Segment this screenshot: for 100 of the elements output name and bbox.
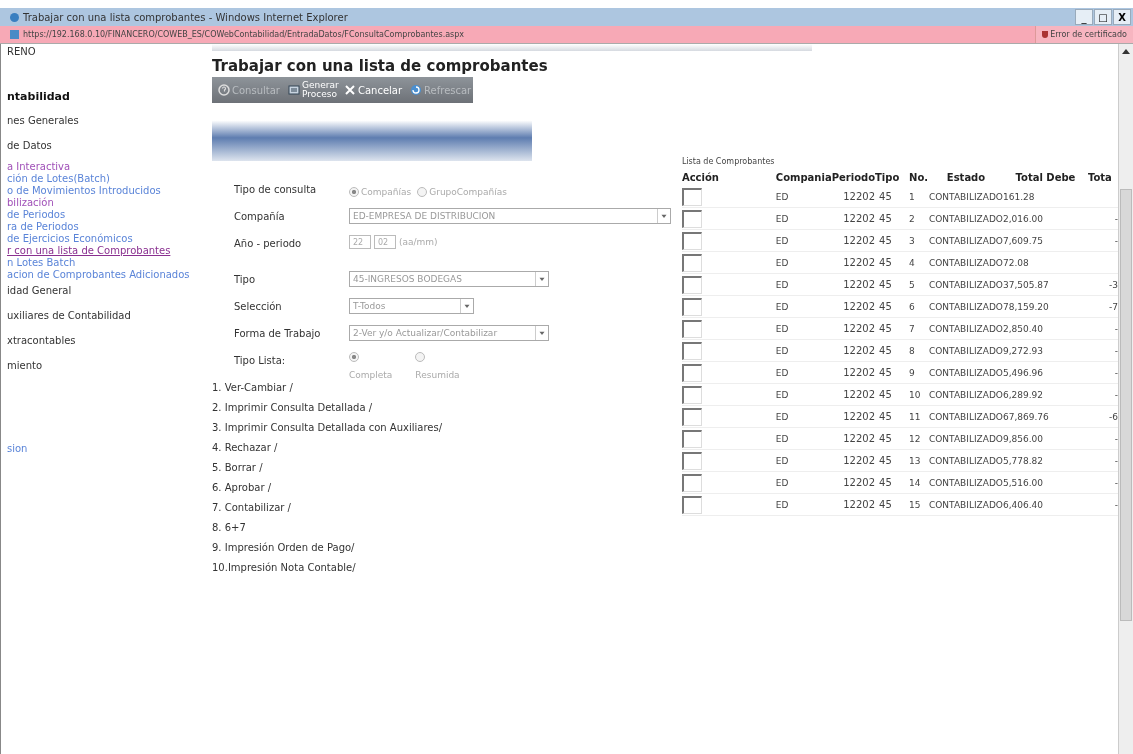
row-checkbox[interactable] <box>681 363 702 382</box>
table-caption: Lista de Comprobantes <box>681 157 776 166</box>
scroll-up-icon[interactable] <box>1122 49 1130 54</box>
action-option: 2. Imprimir Consulta Detallada / <box>212 402 680 414</box>
row-checkbox[interactable] <box>681 385 702 404</box>
sidebar-item[interactable]: o de Movimientos Introducidos <box>7 185 212 197</box>
address-field[interactable]: https://192.168.0.10/FINANCERO/COWEB_ES/COWebContabilidad/EntradaDatos/FConsultaComprobantes.aspx <box>23 30 465 39</box>
table-cell: 5,778.82 <box>1003 455 1044 466</box>
table-cell: - <box>1114 477 1118 488</box>
row-checkbox[interactable] <box>681 275 702 294</box>
radio-button[interactable] <box>349 352 359 362</box>
sidebar-item[interactable]: r con una lista de Comprobantes <box>7 245 212 257</box>
toolbar-button[interactable]: Generar Proceso <box>285 81 338 99</box>
table-cell: ED <box>775 235 789 246</box>
column-header: Compania <box>775 171 832 185</box>
table-cell: 12202 <box>843 323 876 334</box>
table-cell: 7 <box>909 323 915 334</box>
sidebar-item[interactable]: RENO <box>7 46 212 58</box>
table-cell: 12 <box>909 433 921 444</box>
column-header: Total Debe <box>1003 169 1088 186</box>
sidebar-item[interactable]: n Lotes Batch <box>7 257 212 269</box>
row-checkbox[interactable] <box>681 429 702 448</box>
sidebar-heading: ntabilidad <box>7 91 71 103</box>
table-cell: 12202 <box>843 257 876 268</box>
table-cell: 45 <box>879 191 892 202</box>
action-option: 1. Ver-Cambiar / <box>212 382 680 394</box>
month-field[interactable]: 02 <box>374 235 396 249</box>
certificate-error-button[interactable]: Error de certificado <box>1035 26 1133 43</box>
page-title: Trabajar con una lista de comprobantes <box>212 57 549 75</box>
sidebar-item[interactable]: miento <box>7 360 212 372</box>
table-cell: 45 <box>879 411 892 422</box>
table-cell: - <box>1114 433 1118 444</box>
table-cell: 12202 <box>843 367 876 378</box>
row-checkbox[interactable] <box>681 231 702 250</box>
sidebar-item[interactable]: nes Generales <box>7 115 212 127</box>
minimize-button[interactable]: _ <box>1075 9 1093 25</box>
table-cell: -3 <box>1109 279 1118 290</box>
maximize-button[interactable]: □ <box>1094 9 1112 25</box>
sidebar-item[interactable]: bilización <box>7 197 212 209</box>
scroll-thumb[interactable] <box>1120 189 1132 621</box>
dropdown[interactable]: T-Todos <box>349 298 474 314</box>
table-cell: 2 <box>909 213 915 224</box>
scrollbar[interactable] <box>1118 44 1133 754</box>
sidebar-item[interactable]: ción de Lotes(Batch) <box>7 173 212 185</box>
sidebar-item[interactable]: ra de Periodos <box>7 221 212 233</box>
action-option: 5. Borrar / <box>212 462 680 474</box>
sidebar-item[interactable]: de Datos <box>7 140 212 152</box>
table-cell: ED <box>775 499 789 510</box>
sidebar-item[interactable]: xtracontables <box>7 335 212 347</box>
sidebar-item[interactable]: de Ejercicios Económicos <box>7 233 212 245</box>
table-cell: - <box>1114 367 1118 378</box>
row-checkbox[interactable] <box>681 451 702 470</box>
table-cell: 3 <box>909 235 915 246</box>
sidebar-item[interactable]: acion de Comprobantes Adicionados <box>7 269 212 281</box>
field-label: Año - periodo <box>234 237 303 249</box>
table-cell: 6,406.40 <box>1003 499 1044 510</box>
list-icon <box>287 84 300 96</box>
table-cell: CONTABILIZADO <box>929 455 1003 466</box>
table-cell: ED <box>775 411 789 422</box>
table-cell: ED <box>775 477 789 488</box>
toolbar-button[interactable]: Cancelar <box>341 84 405 96</box>
table-cell: ED <box>775 367 789 378</box>
table-cell: 45 <box>879 433 892 444</box>
row-checkbox[interactable] <box>681 209 702 228</box>
row-checkbox[interactable] <box>681 253 702 272</box>
table-cell: 6 <box>909 301 915 312</box>
dropdown[interactable]: 45-INGRESOS BODEGAS <box>349 271 549 287</box>
table-cell: ED <box>775 323 789 334</box>
radio-button[interactable] <box>349 187 359 197</box>
action-option: 7. Contabilizar / <box>212 502 680 514</box>
sidebar-item[interactable]: a Interactiva <box>7 161 212 173</box>
table-cell: 45 <box>879 235 892 246</box>
table-cell: - <box>1114 455 1118 466</box>
year-field[interactable]: 22 <box>349 235 371 249</box>
radio-button[interactable] <box>417 187 428 197</box>
column-header: Tota <box>1087 171 1113 185</box>
sidebar-item[interactable]: idad General <box>7 285 212 297</box>
table-cell: 5,516.00 <box>1003 477 1044 488</box>
dropdown[interactable]: ED-EMPRESA DE DISTRIBUCION <box>349 208 671 224</box>
table-cell: CONTABILIZADO <box>929 301 1003 312</box>
row-checkbox[interactable] <box>681 319 702 338</box>
radio-button[interactable] <box>415 352 426 362</box>
table-cell: 5 <box>909 279 915 290</box>
dropdown[interactable]: 2-Ver y/o Actualizar/Contabilizar <box>349 325 549 341</box>
close-button[interactable]: X <box>1113 9 1131 25</box>
sidebar-item[interactable]: de Periodos <box>7 209 212 221</box>
row-checkbox[interactable] <box>681 341 702 360</box>
row-checkbox[interactable] <box>681 297 702 316</box>
row-checkbox[interactable] <box>681 407 702 426</box>
row-checkbox[interactable] <box>681 495 702 514</box>
row-checkbox[interactable] <box>681 187 702 206</box>
sidebar-item[interactable]: uxiliares de Contabilidad <box>7 310 212 322</box>
table-cell: 78,159.20 <box>1003 301 1049 312</box>
table-cell: 12202 <box>843 279 876 290</box>
sidebar-item[interactable]: sion <box>7 443 212 455</box>
row-checkbox[interactable] <box>681 473 702 492</box>
table-cell: CONTABILIZADO <box>929 191 1003 202</box>
table-cell: -7 <box>1109 301 1118 312</box>
table-cell: ED <box>775 345 789 356</box>
table-cell: ED <box>775 301 789 312</box>
